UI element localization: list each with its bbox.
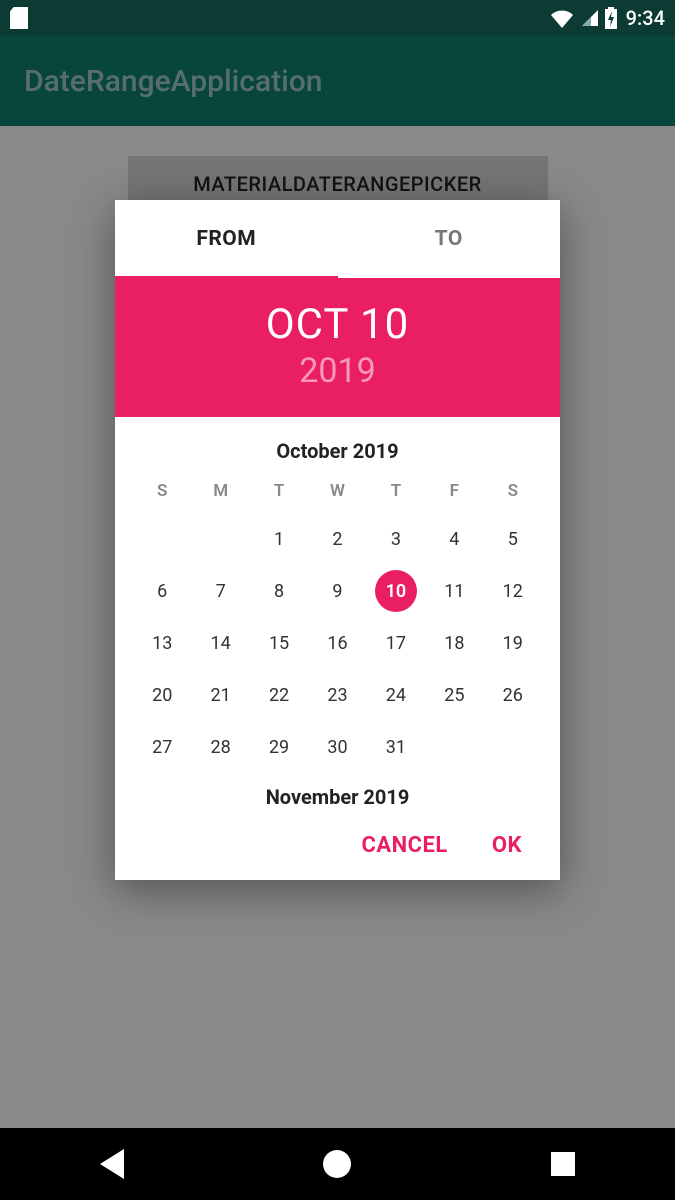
selected-year[interactable]: 2019 xyxy=(115,351,560,391)
day-cell[interactable]: 6 xyxy=(133,565,191,617)
day-cell xyxy=(133,513,191,565)
day-cell[interactable]: 19 xyxy=(484,617,542,669)
day-cell[interactable]: 27 xyxy=(133,721,191,773)
week-row: 13141516171819 xyxy=(133,617,542,669)
status-bar: 9:34 xyxy=(0,0,675,36)
week-row: 6789101112 xyxy=(133,565,542,617)
date-range-dialog: FROM TO OCT 10 2019 October 2019 S M T W… xyxy=(115,200,560,880)
dow-cell: S xyxy=(133,473,191,513)
day-cell[interactable]: 1 xyxy=(250,513,308,565)
day-cell[interactable]: 22 xyxy=(250,669,308,721)
calendar: October 2019 S M T W T F S 1234567891011… xyxy=(115,417,560,815)
battery-charging-icon xyxy=(604,7,618,29)
nav-recent-icon[interactable] xyxy=(551,1152,575,1176)
navigation-bar xyxy=(0,1128,675,1200)
day-cell[interactable]: 11 xyxy=(425,565,483,617)
day-cell[interactable]: 14 xyxy=(191,617,249,669)
day-cell[interactable]: 15 xyxy=(250,617,308,669)
day-cell[interactable]: 5 xyxy=(484,513,542,565)
selected-month-day[interactable]: OCT 10 xyxy=(115,300,560,349)
dow-cell: T xyxy=(367,473,425,513)
day-cell[interactable]: 13 xyxy=(133,617,191,669)
day-cell[interactable]: 17 xyxy=(367,617,425,669)
tab-to[interactable]: TO xyxy=(338,200,561,278)
dow-cell: F xyxy=(425,473,483,513)
day-cell[interactable]: 20 xyxy=(133,669,191,721)
day-cell[interactable]: 9 xyxy=(308,565,366,617)
day-cell[interactable]: 2 xyxy=(308,513,366,565)
day-cell[interactable]: 30 xyxy=(308,721,366,773)
day-cell[interactable]: 31 xyxy=(367,721,425,773)
day-cell[interactable]: 28 xyxy=(191,721,249,773)
day-cell xyxy=(484,721,542,773)
week-row: 20212223242526 xyxy=(133,669,542,721)
cellular-signal-icon xyxy=(580,8,600,28)
cancel-button[interactable]: CANCEL xyxy=(361,833,447,858)
status-right: 9:34 xyxy=(550,6,665,30)
day-cell[interactable]: 4 xyxy=(425,513,483,565)
day-cell xyxy=(191,513,249,565)
day-cell xyxy=(425,721,483,773)
ok-button[interactable]: OK xyxy=(492,833,522,858)
dow-row: S M T W T F S xyxy=(133,473,542,513)
dow-cell: M xyxy=(191,473,249,513)
day-cell[interactable]: 29 xyxy=(250,721,308,773)
day-cell[interactable]: 24 xyxy=(367,669,425,721)
nav-back-icon[interactable] xyxy=(100,1149,124,1179)
day-cell[interactable]: 8 xyxy=(250,565,308,617)
dialog-tabs: FROM TO xyxy=(115,200,560,278)
dow-cell: W xyxy=(308,473,366,513)
sd-card-icon xyxy=(10,7,28,29)
status-left xyxy=(10,7,28,29)
dialog-actions: CANCEL OK xyxy=(115,815,560,880)
day-cell[interactable]: 10 xyxy=(367,565,425,617)
week-row: 12345 xyxy=(133,513,542,565)
nav-home-icon[interactable] xyxy=(323,1150,351,1178)
day-cell[interactable]: 7 xyxy=(191,565,249,617)
tab-from[interactable]: FROM xyxy=(115,200,338,278)
next-month-title: November 2019 xyxy=(133,773,542,815)
wifi-icon xyxy=(550,8,574,28)
day-cell[interactable]: 26 xyxy=(484,669,542,721)
day-cell[interactable]: 25 xyxy=(425,669,483,721)
dow-cell: S xyxy=(484,473,542,513)
month-title: October 2019 xyxy=(133,425,542,473)
week-row: 2728293031 xyxy=(133,721,542,773)
weeks-grid: 1234567891011121314151617181920212223242… xyxy=(133,513,542,773)
day-cell[interactable]: 16 xyxy=(308,617,366,669)
day-cell[interactable]: 21 xyxy=(191,669,249,721)
clock: 9:34 xyxy=(626,6,665,30)
dow-cell: T xyxy=(250,473,308,513)
selected-date-header: OCT 10 2019 xyxy=(115,278,560,417)
day-cell[interactable]: 23 xyxy=(308,669,366,721)
day-cell[interactable]: 3 xyxy=(367,513,425,565)
day-cell[interactable]: 18 xyxy=(425,617,483,669)
day-cell[interactable]: 12 xyxy=(484,565,542,617)
